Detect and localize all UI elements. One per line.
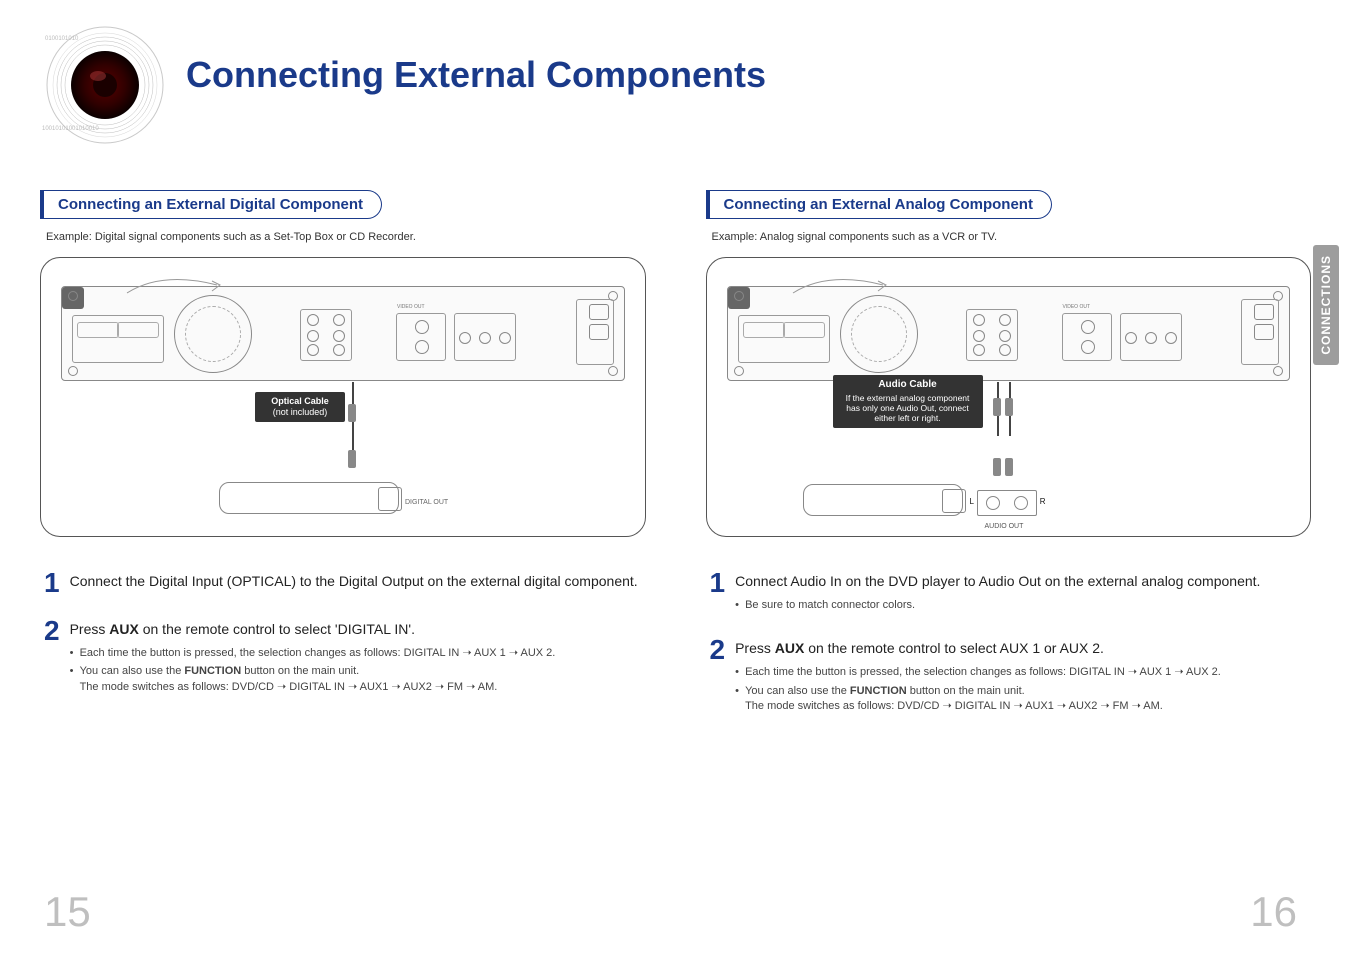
callout-body: If the external analog component has onl… bbox=[846, 393, 970, 423]
steps-analog: 1 Connect Audio In on the DVD player to … bbox=[706, 571, 1312, 718]
step-1: 1 Connect Audio In on the DVD player to … bbox=[710, 571, 1312, 616]
speaker-terminals-icon bbox=[72, 315, 164, 363]
manual-spread: 0100101010 10010101001010010 Connecting … bbox=[0, 0, 1351, 954]
optical-plug-icon bbox=[348, 450, 356, 468]
step-1-text: Connect Audio In on the DVD player to Au… bbox=[735, 573, 1260, 589]
bold-text: AUX bbox=[109, 621, 139, 637]
text: You can also use the bbox=[745, 685, 850, 697]
antenna-terminals-icon bbox=[576, 299, 614, 365]
subheading-digital: Connecting an External Digital Component bbox=[40, 190, 382, 219]
text: button on the main unit. bbox=[907, 685, 1025, 697]
callout-optical-cable: Optical Cable (not included) bbox=[255, 392, 345, 422]
diagram-digital: Optical Cable (not included) DIGITAL OUT bbox=[40, 257, 646, 537]
step-number: 2 bbox=[710, 636, 726, 664]
text: Press bbox=[70, 621, 110, 637]
step-1: 1 Connect the Digital Input (OPTICAL) to… bbox=[44, 571, 646, 597]
audio-out-jacks-icon bbox=[977, 490, 1037, 516]
rca-plug-icon bbox=[1005, 458, 1013, 476]
text: You can also use the bbox=[80, 665, 185, 677]
video-out-icon bbox=[396, 313, 446, 361]
text: on the remote control to select AUX 1 or… bbox=[804, 640, 1104, 656]
svg-text:10010101001010010: 10010101001010010 bbox=[42, 126, 99, 132]
text: button on the main unit. bbox=[241, 665, 359, 677]
diagram-analog: Audio Cable If the external analog compo… bbox=[706, 257, 1312, 537]
example-text-analog: Example: Analog signal components such a… bbox=[712, 231, 1312, 243]
section-tab-connections: CONNECTIONS bbox=[1313, 245, 1339, 365]
step-2: 2 Press AUX on the remote control to sel… bbox=[710, 638, 1312, 717]
text: The mode switches as follows: DVD/CD ➝ D… bbox=[80, 681, 498, 693]
bold-text: AUX bbox=[775, 640, 805, 656]
step-number: 2 bbox=[44, 617, 60, 645]
text: on the remote control to select 'DIGITAL… bbox=[139, 621, 415, 637]
bullet: You can also use the FUNCTION button on … bbox=[735, 684, 1221, 715]
column-digital: Connecting an External Digital Component… bbox=[40, 190, 646, 740]
bold-text: FUNCTION bbox=[184, 665, 241, 677]
callout-line1: Optical Cable bbox=[271, 396, 329, 406]
aux-jacks-icon bbox=[300, 309, 352, 361]
antenna-terminals-icon bbox=[1241, 299, 1279, 365]
example-text-digital: Example: Digital signal components such … bbox=[46, 231, 646, 243]
bold-text: FUNCTION bbox=[850, 685, 907, 697]
rear-panel bbox=[727, 286, 1291, 381]
step-2-text: Press AUX on the remote control to selec… bbox=[735, 640, 1104, 656]
bullet: You can also use the FUNCTION button on … bbox=[70, 664, 556, 695]
callout-audio-cable: Audio Cable If the external analog compo… bbox=[833, 375, 983, 428]
text: Press bbox=[735, 640, 775, 656]
steps-digital: 1 Connect the Digital Input (OPTICAL) to… bbox=[40, 571, 646, 698]
component-out-icon bbox=[454, 313, 516, 361]
subheading-analog: Connecting an External Analog Component bbox=[706, 190, 1052, 219]
callout-line2: (not included) bbox=[273, 407, 328, 417]
rca-plug-icon bbox=[993, 398, 1001, 416]
bullet: Each time the button is pressed, the sel… bbox=[735, 665, 1221, 680]
external-component-icon bbox=[803, 484, 963, 516]
external-component-icon bbox=[219, 482, 399, 514]
page-number-left: 15 bbox=[44, 888, 91, 936]
step-2: 2 Press AUX on the remote control to sel… bbox=[44, 619, 646, 698]
callout-title: Audio Cable bbox=[841, 379, 975, 391]
step-2-text: Press AUX on the remote control to selec… bbox=[70, 621, 415, 637]
rca-plug-icon bbox=[1005, 398, 1013, 416]
text: The mode switches as follows: DVD/CD ➝ D… bbox=[745, 700, 1163, 712]
rear-panel bbox=[61, 286, 625, 381]
bullet: Each time the button is pressed, the sel… bbox=[70, 646, 556, 661]
aux-jacks-icon bbox=[966, 309, 1018, 361]
section-tab-label: CONNECTIONS bbox=[1319, 255, 1333, 355]
page-title: Connecting External Components bbox=[186, 54, 766, 96]
external-port-label: AUDIO OUT bbox=[985, 523, 1024, 530]
external-port-label: DIGITAL OUT bbox=[405, 499, 448, 506]
step-number: 1 bbox=[710, 569, 726, 597]
page-number-right: 16 bbox=[1250, 888, 1297, 936]
component-out-icon bbox=[1120, 313, 1182, 361]
content-columns: Connecting an External Digital Component… bbox=[40, 190, 1311, 740]
speaker-terminals-icon bbox=[738, 315, 830, 363]
video-out-icon bbox=[1062, 313, 1112, 361]
optical-plug-icon bbox=[348, 404, 356, 422]
column-analog: Connecting an External Analog Component … bbox=[706, 190, 1312, 740]
svg-text:0100101010: 0100101010 bbox=[45, 36, 79, 42]
step-number: 1 bbox=[44, 569, 60, 597]
step-1-text: Connect the Digital Input (OPTICAL) to t… bbox=[70, 573, 638, 589]
page-header: 0100101010 10010101001010010 Connecting … bbox=[40, 20, 1311, 150]
bullet: Be sure to match connector colors. bbox=[735, 598, 1260, 613]
rca-plug-icon bbox=[993, 458, 1001, 476]
speaker-icon: 0100101010 10010101001010010 bbox=[40, 20, 170, 150]
